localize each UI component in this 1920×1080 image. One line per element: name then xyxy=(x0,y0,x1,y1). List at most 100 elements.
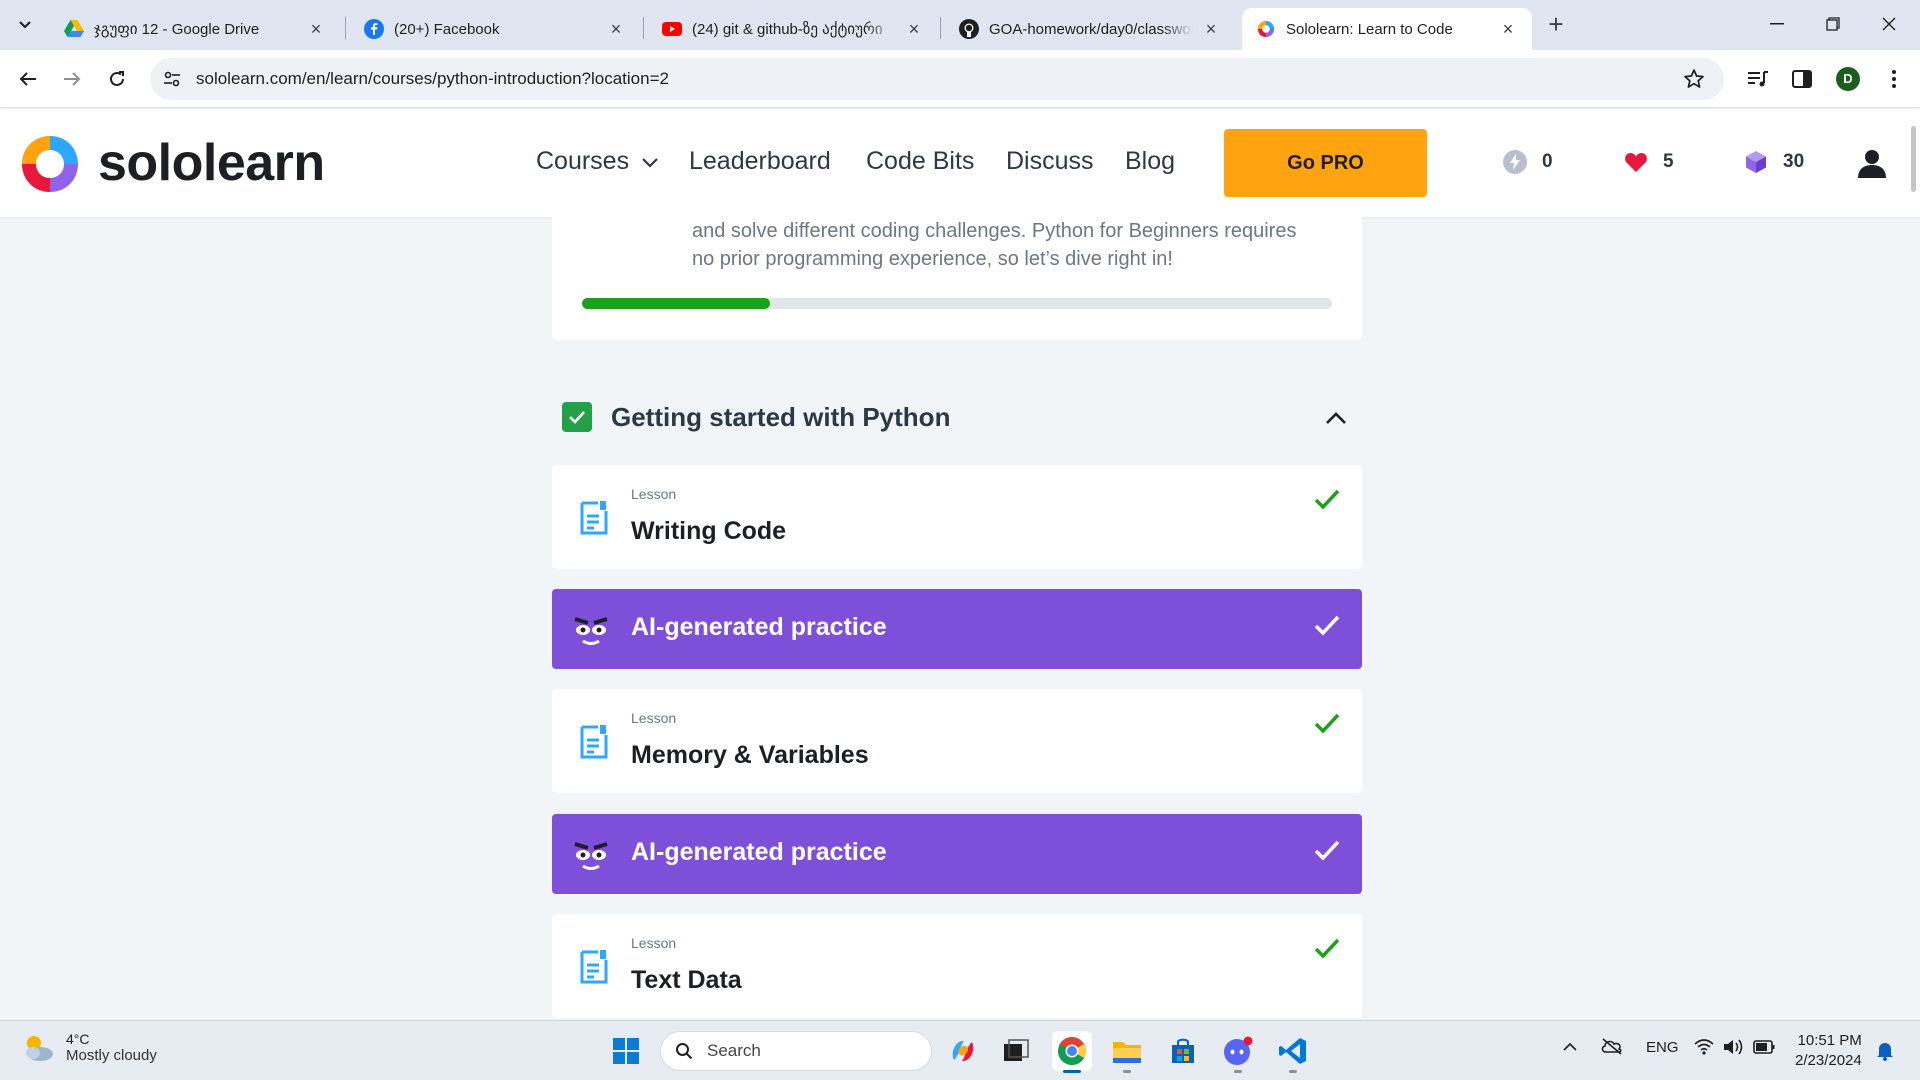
running-app-indicator xyxy=(1234,1070,1242,1073)
lesson-title: Text Data xyxy=(631,966,742,994)
language-indicator[interactable]: ENG xyxy=(1646,1039,1679,1056)
ai-practice-item[interactable]: AI-generated practice xyxy=(552,589,1362,669)
tab-google-drive[interactable]: ჯგუფი 12 - Google Drive × xyxy=(50,8,340,50)
quick-settings-button[interactable] xyxy=(1694,1037,1776,1061)
completed-check-icon xyxy=(1314,489,1340,510)
streak-counter[interactable]: 0 xyxy=(1502,149,1553,175)
task-view-app[interactable] xyxy=(996,1031,1036,1071)
tab-github[interactable]: GOA-homework/day0/classwork × xyxy=(945,8,1235,50)
hearts-counter[interactable]: 5 xyxy=(1623,149,1674,175)
lesson-type-label: Lesson xyxy=(631,710,677,726)
completed-check-icon xyxy=(1314,713,1340,734)
module-header[interactable]: Getting started with Python xyxy=(552,392,1362,442)
completed-check-icon xyxy=(1314,840,1340,861)
nav-leaderboard[interactable]: Leaderboard xyxy=(689,147,831,176)
close-icon xyxy=(1882,17,1896,31)
module-title: Getting started with Python xyxy=(611,402,951,432)
show-hidden-icons-button[interactable] xyxy=(1562,1039,1578,1056)
file-explorer-app[interactable] xyxy=(1107,1031,1147,1073)
side-panel-icon xyxy=(1792,70,1812,88)
close-tab-icon[interactable]: × xyxy=(1201,19,1221,39)
page-scrollbar[interactable] xyxy=(1911,126,1916,192)
nav-courses-label: Courses xyxy=(536,147,630,175)
google-drive-icon xyxy=(64,19,84,39)
nav-blog[interactable]: Blog xyxy=(1125,147,1175,176)
tab-title: Sololearn: Learn to Code xyxy=(1286,20,1453,38)
minimize-button[interactable] xyxy=(1749,0,1805,48)
go-pro-button[interactable]: Go PRO xyxy=(1224,129,1427,197)
user-profile-icon[interactable] xyxy=(1856,147,1888,179)
discord-app[interactable] xyxy=(1218,1031,1258,1073)
browser-menu-button[interactable] xyxy=(1880,65,1908,93)
sololearn-logo-icon[interactable] xyxy=(18,132,82,196)
restore-button[interactable] xyxy=(1805,0,1861,48)
lesson-item-memory-variables[interactable]: Lesson Memory & Variables xyxy=(552,689,1362,793)
minimize-icon xyxy=(1770,23,1784,25)
bookmark-star-icon[interactable] xyxy=(1682,67,1706,91)
windows-taskbar: 4°C Mostly cloudy Search ENG 10:51 PM 2/… xyxy=(0,1020,1920,1080)
tab-sololearn[interactable]: Sololearn: Learn to Code × xyxy=(1242,8,1532,50)
youtube-icon xyxy=(662,19,682,39)
nav-courses[interactable]: Courses xyxy=(536,147,659,176)
ai-practice-title: AI-generated practice xyxy=(631,613,887,641)
close-tab-icon[interactable]: × xyxy=(606,19,626,39)
chevron-down-icon xyxy=(19,21,31,29)
lesson-item-writing-code[interactable]: Lesson Writing Code xyxy=(552,465,1362,569)
notifications-button[interactable] xyxy=(1876,1041,1894,1065)
chevron-up-icon xyxy=(1563,1042,1577,1051)
task-view-icon xyxy=(1004,1039,1029,1061)
ai-practice-title: AI-generated practice xyxy=(631,838,887,866)
side-panel-button[interactable] xyxy=(1788,65,1816,93)
nav-code-bits[interactable]: Code Bits xyxy=(866,147,974,176)
media-controls-button[interactable] xyxy=(1744,65,1772,93)
chrome-app[interactable] xyxy=(1052,1031,1092,1073)
tab-title: GOA-homework/day0/classwork xyxy=(989,20,1193,38)
nav-discuss[interactable]: Discuss xyxy=(1006,147,1094,176)
forward-button[interactable] xyxy=(54,61,90,97)
weather-widget[interactable]: 4°C Mostly cloudy xyxy=(20,1031,157,1064)
start-button[interactable] xyxy=(606,1031,646,1071)
tab-title: (20+) Facebook xyxy=(394,20,500,38)
folder-icon xyxy=(1113,1042,1141,1063)
tab-separator xyxy=(940,17,941,39)
store-app[interactable] xyxy=(1163,1031,1203,1071)
reload-icon xyxy=(110,71,124,86)
wifi-icon xyxy=(1694,1039,1714,1055)
lesson-item-text-data[interactable]: Lesson Text Data xyxy=(552,914,1362,1018)
tab-youtube[interactable]: (24) git & github-ზე აქტიური × xyxy=(648,8,938,50)
close-window-button[interactable] xyxy=(1861,0,1917,48)
site-settings-icon[interactable] xyxy=(162,69,182,89)
site-header: sololearn Courses Leaderboard Code Bits … xyxy=(0,109,1920,217)
restore-icon xyxy=(1826,17,1840,31)
reload-button[interactable] xyxy=(99,61,135,97)
ai-practice-item[interactable]: AI-generated practice xyxy=(552,814,1362,894)
address-bar[interactable]: sololearn.com/en/learn/courses/python-in… xyxy=(150,58,1724,100)
back-button[interactable] xyxy=(10,61,46,97)
onedrive-tray-button[interactable] xyxy=(1600,1037,1624,1059)
close-tab-icon[interactable]: × xyxy=(1498,19,1518,39)
profile-avatar[interactable]: D xyxy=(1836,67,1860,91)
ai-bot-face-icon xyxy=(574,617,608,645)
bits-counter[interactable]: 30 xyxy=(1743,149,1804,175)
brand-name[interactable]: sololearn xyxy=(98,133,325,193)
chevron-down-icon xyxy=(642,157,658,168)
tab-search-button[interactable] xyxy=(8,10,42,40)
course-progress-fill xyxy=(582,298,770,309)
new-tab-button[interactable]: + xyxy=(1540,10,1572,40)
hearts-count: 5 xyxy=(1663,151,1674,172)
facebook-icon xyxy=(364,19,384,39)
close-tab-icon[interactable]: × xyxy=(904,19,924,39)
search-placeholder: Search xyxy=(707,1041,761,1060)
tab-facebook[interactable]: (20+) Facebook × xyxy=(350,8,640,50)
search-icon xyxy=(676,1043,693,1060)
copilot-app[interactable] xyxy=(943,1031,983,1071)
vscode-app[interactable] xyxy=(1273,1031,1313,1073)
chevron-up-icon[interactable] xyxy=(1322,404,1350,432)
url-text: sololearn.com/en/learn/courses/python-in… xyxy=(196,69,669,88)
close-tab-icon[interactable]: × xyxy=(306,19,326,39)
taskbar-search[interactable]: Search xyxy=(660,1031,932,1071)
bell-icon xyxy=(1877,1043,1893,1061)
streak-bolt-icon xyxy=(1502,149,1528,175)
taskbar-clock[interactable]: 10:51 PM 2/23/2024 xyxy=(1795,1031,1862,1071)
sololearn-icon xyxy=(1256,19,1276,39)
